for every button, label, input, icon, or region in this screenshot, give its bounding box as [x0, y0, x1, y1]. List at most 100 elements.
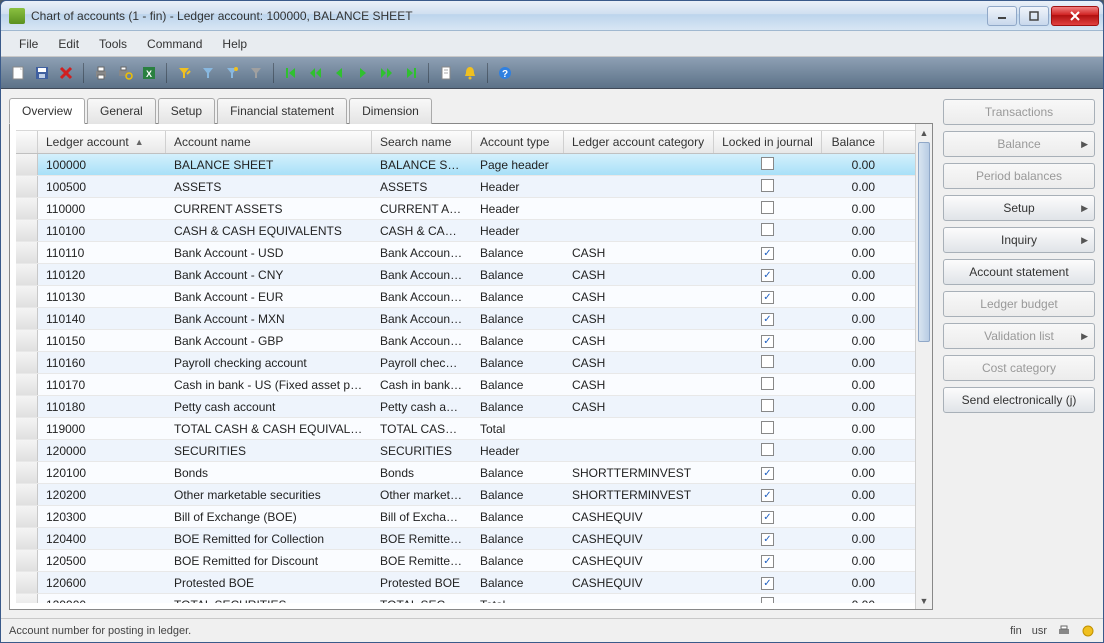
- menu-help[interactable]: Help: [212, 33, 257, 55]
- table-row[interactable]: 110180Petty cash accountPetty cash acc..…: [16, 396, 915, 418]
- row-marker[interactable]: [16, 396, 38, 417]
- row-marker[interactable]: [16, 330, 38, 351]
- print-preview-button[interactable]: [114, 62, 136, 84]
- cell-type[interactable]: Balance: [472, 530, 564, 548]
- cell-account[interactable]: 100000: [38, 156, 166, 174]
- help-button[interactable]: ?: [494, 62, 516, 84]
- cell-locked[interactable]: ✓: [714, 265, 822, 284]
- cell-search[interactable]: TOTAL SECURI...: [372, 596, 472, 604]
- cell-locked[interactable]: [714, 199, 822, 219]
- cell-name[interactable]: CURRENT ASSETS: [166, 200, 372, 218]
- cell-category[interactable]: SHORTTERMINVEST: [564, 464, 714, 482]
- row-marker[interactable]: [16, 198, 38, 219]
- row-marker[interactable]: [16, 528, 38, 549]
- table-row[interactable]: 129900TOTAL SECURITIESTOTAL SECURI...Tot…: [16, 594, 915, 603]
- cell-account[interactable]: 110140: [38, 310, 166, 328]
- header-account-name[interactable]: Account name: [166, 131, 372, 153]
- checkbox[interactable]: [761, 355, 774, 368]
- side-button-account-statement[interactable]: Account statement: [943, 259, 1095, 285]
- grid-body[interactable]: 100000BALANCE SHEETBALANCE SHEETPage hea…: [16, 154, 915, 603]
- cell-name[interactable]: Bank Account - GBP: [166, 332, 372, 350]
- status-printer-icon[interactable]: [1057, 624, 1071, 638]
- row-marker[interactable]: [16, 374, 38, 395]
- cell-category[interactable]: CASH: [564, 376, 714, 394]
- scroll-down-icon[interactable]: ▼: [916, 592, 932, 609]
- cell-type[interactable]: Balance: [472, 266, 564, 284]
- cell-name[interactable]: BOE Remitted for Discount: [166, 552, 372, 570]
- cell-search[interactable]: Other marketa...: [372, 486, 472, 504]
- tab-dimension[interactable]: Dimension: [349, 98, 432, 124]
- table-row[interactable]: 110130Bank Account - EURBank Account ...…: [16, 286, 915, 308]
- cell-search[interactable]: Cash in bank - ...: [372, 376, 472, 394]
- cell-search[interactable]: CURRENT ASSE...: [372, 200, 472, 218]
- table-row[interactable]: 120600Protested BOEProtested BOEBalanceC…: [16, 572, 915, 594]
- header-locked[interactable]: Locked in journal: [714, 131, 822, 153]
- cell-account[interactable]: 120200: [38, 486, 166, 504]
- table-row[interactable]: 110000CURRENT ASSETSCURRENT ASSE...Heade…: [16, 198, 915, 220]
- cell-search[interactable]: Bank Account ...: [372, 310, 472, 328]
- tab-setup[interactable]: Setup: [158, 98, 215, 124]
- checkbox[interactable]: [761, 223, 774, 236]
- table-row[interactable]: 100000BALANCE SHEETBALANCE SHEETPage hea…: [16, 154, 915, 176]
- cell-locked[interactable]: [714, 155, 822, 175]
- cell-account[interactable]: 120400: [38, 530, 166, 548]
- cell-balance[interactable]: 0.00: [822, 244, 884, 262]
- row-marker[interactable]: [16, 286, 38, 307]
- cell-name[interactable]: Bank Account - CNY: [166, 266, 372, 284]
- checkbox[interactable]: ✓: [761, 577, 774, 590]
- checkbox[interactable]: ✓: [761, 247, 774, 260]
- table-row[interactable]: 110170Cash in bank - US (Fixed asset pur…: [16, 374, 915, 396]
- table-row[interactable]: 120300Bill of Exchange (BOE)Bill of Exch…: [16, 506, 915, 528]
- menu-command[interactable]: Command: [137, 33, 212, 55]
- table-row[interactable]: 110140Bank Account - MXNBank Account ...…: [16, 308, 915, 330]
- print-button[interactable]: [90, 62, 112, 84]
- cell-name[interactable]: TOTAL CASH & CASH EQUIVALENTS: [166, 420, 372, 438]
- cell-balance[interactable]: 0.00: [822, 464, 884, 482]
- row-marker[interactable]: [16, 462, 38, 483]
- cell-locked[interactable]: [714, 353, 822, 373]
- checkbox[interactable]: [761, 597, 774, 604]
- cell-locked[interactable]: [714, 419, 822, 439]
- cell-type[interactable]: Balance: [472, 464, 564, 482]
- cell-type[interactable]: Balance: [472, 354, 564, 372]
- cell-locked[interactable]: [714, 441, 822, 461]
- table-row[interactable]: 110160Payroll checking accountPayroll ch…: [16, 352, 915, 374]
- filter-by-selection-button[interactable]: [221, 62, 243, 84]
- cell-search[interactable]: Protested BOE: [372, 574, 472, 592]
- cell-type[interactable]: Total: [472, 420, 564, 438]
- cell-account[interactable]: 120500: [38, 552, 166, 570]
- excel-button[interactable]: X: [138, 62, 160, 84]
- cell-locked[interactable]: ✓: [714, 243, 822, 262]
- cell-locked[interactable]: ✓: [714, 573, 822, 592]
- cell-search[interactable]: Bank Account ...: [372, 244, 472, 262]
- cell-balance[interactable]: 0.00: [822, 574, 884, 592]
- menu-tools[interactable]: Tools: [89, 33, 137, 55]
- table-row[interactable]: 110110Bank Account - USDBank Account ...…: [16, 242, 915, 264]
- checkbox[interactable]: ✓: [761, 335, 774, 348]
- cell-locked[interactable]: ✓: [714, 287, 822, 306]
- cell-category[interactable]: [564, 603, 714, 604]
- cell-search[interactable]: Bonds: [372, 464, 472, 482]
- cell-locked[interactable]: [714, 595, 822, 604]
- checkbox[interactable]: [761, 443, 774, 456]
- row-marker[interactable]: [16, 594, 38, 603]
- table-row[interactable]: 100500ASSETSASSETSHeader0.00: [16, 176, 915, 198]
- cell-account[interactable]: 110170: [38, 376, 166, 394]
- side-button-inquiry[interactable]: Inquiry▶: [943, 227, 1095, 253]
- cell-search[interactable]: BOE Remitted f...: [372, 530, 472, 548]
- cell-balance[interactable]: 0.00: [822, 200, 884, 218]
- cell-account[interactable]: 119000: [38, 420, 166, 438]
- cell-account[interactable]: 110100: [38, 222, 166, 240]
- cell-name[interactable]: Bank Account - MXN: [166, 310, 372, 328]
- cell-type[interactable]: Header: [472, 222, 564, 240]
- checkbox[interactable]: [761, 377, 774, 390]
- cell-balance[interactable]: 0.00: [822, 552, 884, 570]
- cell-category[interactable]: CASH: [564, 266, 714, 284]
- cell-type[interactable]: Balance: [472, 332, 564, 350]
- row-marker[interactable]: [16, 308, 38, 329]
- cell-balance[interactable]: 0.00: [822, 178, 884, 196]
- cell-balance[interactable]: 0.00: [822, 508, 884, 526]
- cell-type[interactable]: Balance: [472, 310, 564, 328]
- cell-name[interactable]: BOE Remitted for Collection: [166, 530, 372, 548]
- cell-search[interactable]: Bill of Exchang...: [372, 508, 472, 526]
